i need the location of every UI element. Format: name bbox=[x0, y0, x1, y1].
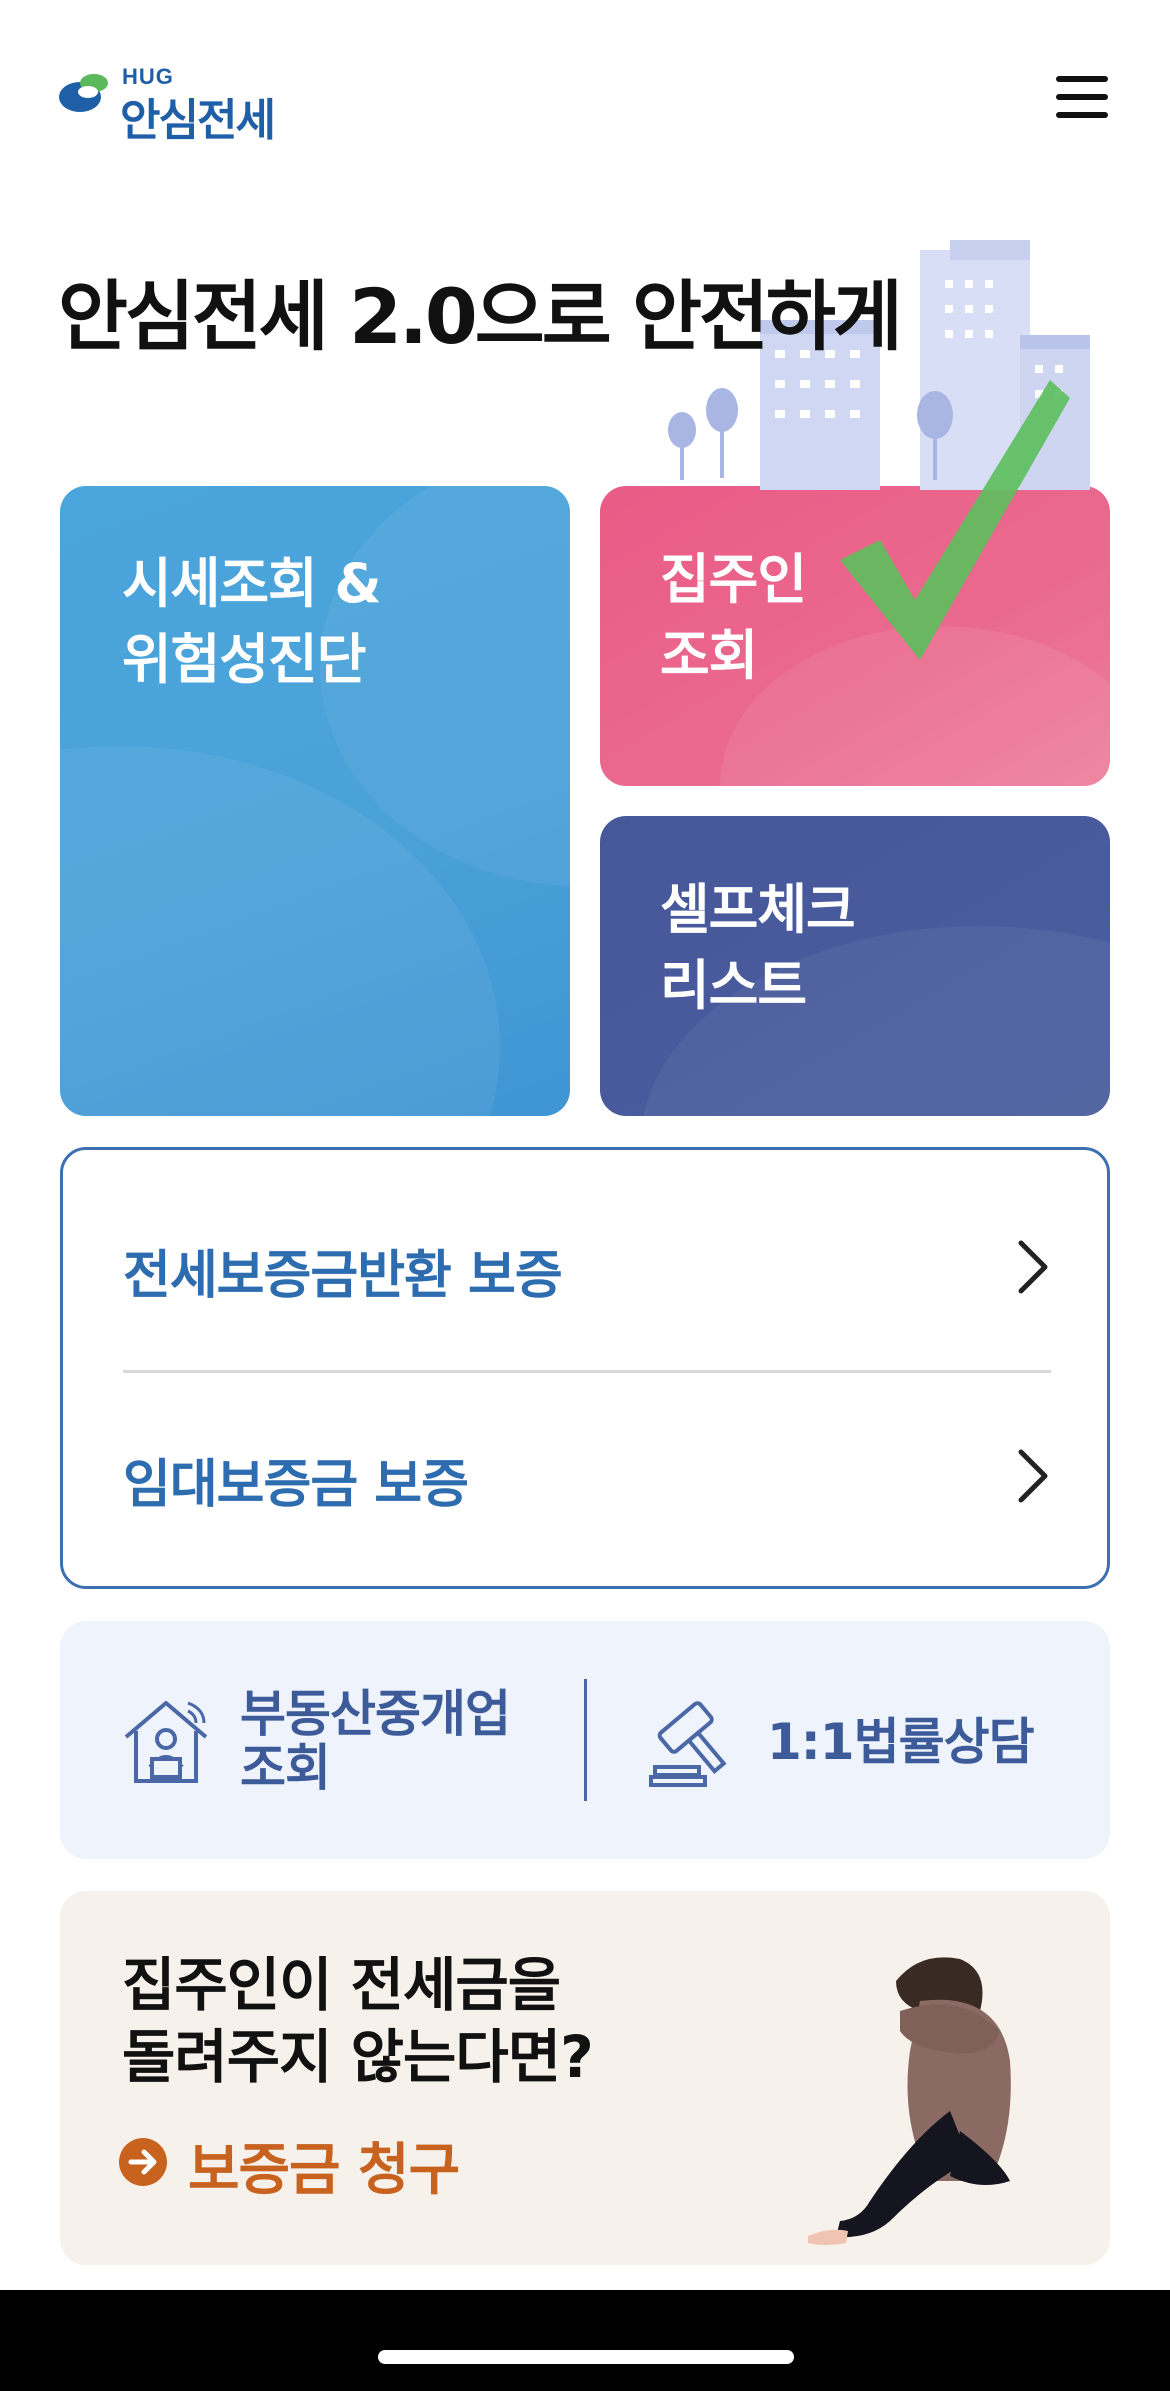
guarantee-card: 전세보증금반환 보증 임대보증금 보증 bbox=[60, 1147, 1110, 1589]
house-agent-icon bbox=[124, 1701, 208, 1783]
home-indicator[interactable] bbox=[378, 2350, 794, 2364]
self-checklist-tile[interactable]: 셀프체크 리스트 bbox=[600, 816, 1110, 1116]
landlord-lookup-label: 집주인 조회 bbox=[660, 548, 807, 687]
market-price-risk-label: 시세조회 & 위험성진단 bbox=[122, 552, 382, 691]
hamburger-menu-icon[interactable] bbox=[1056, 76, 1112, 122]
deposit-claim-label: 보증금 청구 bbox=[188, 2138, 460, 2203]
rental-deposit-guarantee-link[interactable]: 임대보증금 보증 bbox=[123, 1374, 1051, 1574]
logo-mark-icon bbox=[59, 74, 108, 112]
page: HUG 안심전세 안심전세 2.0으로 안전하게 시세조회 & 위험성진단 집주… bbox=[0, 0, 1170, 2391]
real-estate-broker-lookup-link[interactable]: 부동산중개업 조회 bbox=[60, 1621, 585, 1859]
chevron-right-icon bbox=[1018, 1240, 1048, 1294]
legal-consultation-link[interactable]: 1:1법률상담 bbox=[585, 1621, 1110, 1859]
real-estate-broker-lookup-label: 부동산중개업 조회 bbox=[240, 1685, 511, 1797]
quick-links-panel: 부동산중개업 조회 1:1법률상담 bbox=[60, 1621, 1110, 1859]
hug-logo[interactable]: HUG 안심전세 bbox=[58, 64, 298, 146]
legal-consultation-label: 1:1법률상담 bbox=[767, 1713, 1035, 1771]
rental-deposit-guarantee-label: 임대보증금 보증 bbox=[123, 1455, 469, 1515]
arrow-circle-right-icon bbox=[119, 2138, 167, 2186]
sad-person-illustration bbox=[808, 1957, 1011, 2245]
gavel-icon bbox=[649, 1701, 727, 1787]
claim-title: 집주인이 전세금을 돌려주지 않는다면? bbox=[122, 1951, 594, 2091]
system-home-bar bbox=[0, 2290, 1170, 2391]
market-price-risk-tile[interactable]: 시세조회 & 위험성진단 bbox=[60, 486, 570, 1116]
divider bbox=[123, 1370, 1051, 1373]
hero-title: 안심전세 2.0으로 안전하게 bbox=[58, 272, 903, 361]
jeonse-deposit-return-guarantee-label: 전세보증금반환 보증 bbox=[123, 1246, 563, 1306]
landlord-lookup-tile[interactable]: 집주인 조회 bbox=[600, 486, 1110, 786]
deposit-claim-banner[interactable]: 집주인이 전세금을 돌려주지 않는다면? 보증금 청구 bbox=[60, 1891, 1110, 2265]
jeonse-deposit-return-guarantee-link[interactable]: 전세보증금반환 보증 bbox=[123, 1151, 1051, 1349]
self-checklist-label: 셀프체크 리스트 bbox=[660, 878, 856, 1017]
logo-text: 안심전세 bbox=[120, 95, 276, 146]
chevron-right-icon bbox=[1018, 1449, 1048, 1503]
